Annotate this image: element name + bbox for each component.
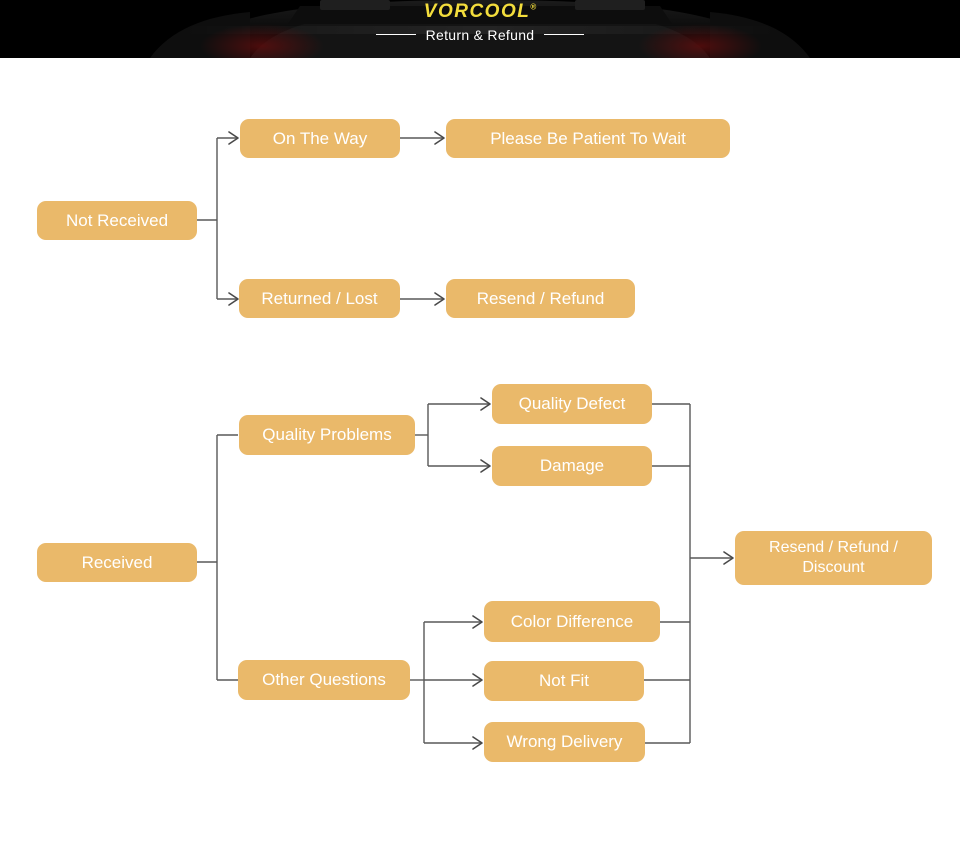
- node-returned-lost[interactable]: Returned / Lost: [239, 279, 400, 318]
- divider-rule-right: [544, 34, 585, 36]
- registered-trademark-icon: ®: [530, 2, 537, 12]
- banner-subtitle: Return & Refund: [425, 26, 535, 43]
- node-resend-refund[interactable]: Resend / Refund: [446, 279, 635, 318]
- brand-logo: VORCOOL®: [423, 1, 537, 23]
- banner-text-block: VORCOOL® Return & Refund: [0, 0, 960, 58]
- banner-subtitle-row: Return & Refund: [375, 26, 585, 43]
- page-header-banner: VORCOOL® Return & Refund: [0, 0, 960, 58]
- node-color-difference[interactable]: Color Difference: [484, 601, 660, 642]
- node-wrong-delivery[interactable]: Wrong Delivery: [484, 722, 645, 762]
- node-resend-refund-discount[interactable]: Resend / Refund / Discount: [735, 531, 932, 585]
- node-quality-problems[interactable]: Quality Problems: [239, 415, 415, 455]
- node-not-received[interactable]: Not Received: [37, 201, 197, 240]
- node-received[interactable]: Received: [37, 543, 197, 582]
- node-not-fit[interactable]: Not Fit: [484, 661, 644, 701]
- node-quality-defect[interactable]: Quality Defect: [492, 384, 652, 424]
- node-other-questions[interactable]: Other Questions: [238, 660, 410, 700]
- brand-name: VORCOOL: [423, 1, 531, 22]
- node-damage[interactable]: Damage: [492, 446, 652, 486]
- node-on-the-way[interactable]: On The Way: [240, 119, 400, 158]
- flowchart-connectors: [197, 131, 734, 750]
- node-please-be-patient-to-wait[interactable]: Please Be Patient To Wait: [446, 119, 730, 158]
- return-refund-flowchart: Not Received On The Way Please Be Patien…: [0, 58, 960, 864]
- divider-rule-left: [375, 34, 416, 36]
